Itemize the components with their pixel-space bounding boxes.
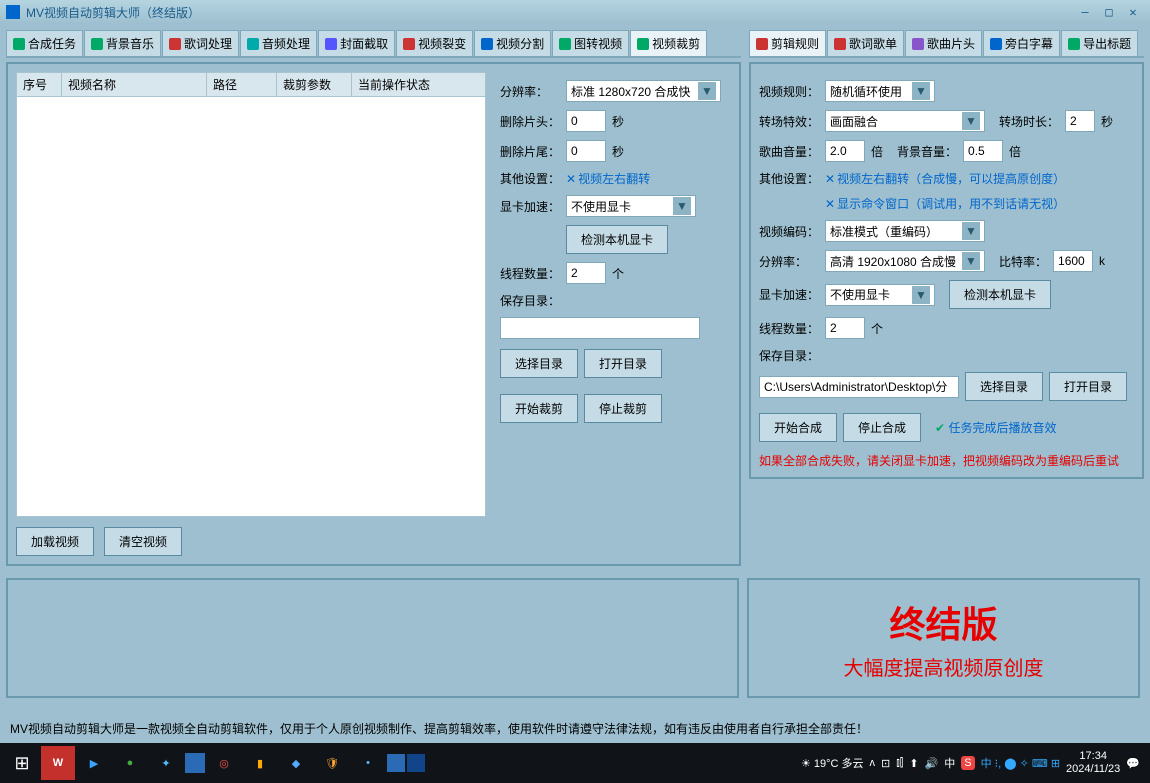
encode-select[interactable]: 标准模式（重编码）▼ [825, 220, 985, 242]
right-tab-3[interactable]: 旁白字幕 [983, 30, 1060, 56]
taskbar-app-7[interactable]: ▮ [243, 746, 277, 780]
maximize-button[interactable]: □ [1098, 4, 1120, 20]
resolution2-select[interactable]: 高清 1920x1080 合成慢▼ [825, 250, 985, 272]
taskbar-app-6[interactable]: ◎ [207, 746, 241, 780]
bitrate-input[interactable] [1053, 250, 1093, 272]
video-rule-select[interactable]: 随机循环使用▼ [825, 80, 935, 102]
taskbar-app-12[interactable] [407, 754, 425, 772]
right-tab-1[interactable]: 歌词歌单 [827, 30, 904, 56]
left-tab-2[interactable]: 歌词处理 [162, 30, 239, 56]
tray-icon-1[interactable]: ⊡ [881, 757, 890, 770]
select-dir2-button[interactable]: 选择目录 [965, 372, 1043, 401]
left-tab-7[interactable]: 图转视频 [552, 30, 629, 56]
stop-compose-button[interactable]: 停止合成 [843, 413, 921, 442]
thread-input[interactable] [566, 262, 606, 284]
taskbar-app-3[interactable]: ● [113, 746, 147, 780]
flip-checkbox[interactable]: ✕视频左右翻转 [566, 170, 650, 187]
select-dir-button[interactable]: 选择目录 [500, 349, 578, 378]
gpu-select[interactable]: 不使用显卡▼ [566, 195, 696, 217]
log-panel [6, 578, 739, 698]
taskbar-app-10[interactable]: • [351, 746, 385, 780]
start-compose-button[interactable]: 开始合成 [759, 413, 837, 442]
playsound-checkbox[interactable]: ✔ 任务完成后播放音效 [935, 419, 1056, 436]
left-tabs: 合成任务背景音乐歌词处理音频处理封面截取视频裂变视频分割图转视频视频裁剪 [6, 30, 741, 58]
left-tab-6[interactable]: 视频分割 [474, 30, 551, 56]
taskbar[interactable]: ⊞ W ▶ ● ✦ ◎ ▮ ◆ 🛡 • ☀ 19°C 多云 ʌ ⊡ ⫾⫿ ⬆ 🔊… [0, 743, 1150, 783]
right-tabs: 剪辑规则歌词歌单歌曲片头旁白字幕导出标题 [749, 30, 1144, 58]
col-4[interactable]: 当前操作状态 [352, 73, 486, 97]
clock-time[interactable]: 17:34 [1066, 750, 1120, 763]
clear-video-button[interactable]: 清空视频 [104, 527, 182, 556]
cmd-checkbox[interactable]: ✕显示命令窗口（调试用，用不到话请无视） [825, 195, 1065, 212]
tray-icon-2[interactable]: ⫾⫿ [896, 757, 903, 770]
start-button[interactable]: ⊞ [5, 746, 39, 780]
footer-text: MV视频自动剪辑大师是一款视频全自动剪辑软件，仅用于个人原创视频制作、提高剪辑效… [0, 714, 1150, 743]
taskbar-app-1[interactable]: W [41, 746, 75, 780]
left-tab-5[interactable]: 视频裂变 [396, 30, 473, 56]
load-video-button[interactable]: 加载视频 [16, 527, 94, 556]
col-2[interactable]: 路径 [207, 73, 277, 97]
ime-icon[interactable]: S [961, 756, 974, 770]
flip2-checkbox[interactable]: ✕视频左右翻转（合成慢，可以提高原创度） [825, 170, 1065, 187]
taskbar-app-2[interactable]: ▶ [77, 746, 111, 780]
notification-icon[interactable]: 💬 [1126, 757, 1140, 770]
thread2-input[interactable] [825, 317, 865, 339]
save-dir-input[interactable] [500, 317, 700, 339]
clock-date[interactable]: 2024/11/23 [1066, 763, 1120, 776]
delete-head-input[interactable] [566, 110, 606, 132]
transition-select[interactable]: 画面融合▼ [825, 110, 985, 132]
gpu2-select[interactable]: 不使用显卡▼ [825, 284, 935, 306]
open-dir2-button[interactable]: 打开目录 [1049, 372, 1127, 401]
left-tab-4[interactable]: 封面截取 [318, 30, 395, 56]
ime-indicator[interactable]: 中 [944, 755, 955, 771]
minimize-button[interactable]: — [1074, 4, 1096, 20]
stop-crop-button[interactable]: 停止裁剪 [584, 394, 662, 423]
transition-duration-input[interactable] [1065, 110, 1095, 132]
left-tab-3[interactable]: 音频处理 [240, 30, 317, 56]
resolution-select[interactable]: 标准 1280x720 合成快▼ [566, 80, 721, 102]
taskbar-app-4[interactable]: ✦ [149, 746, 183, 780]
left-tab-1[interactable]: 背景音乐 [84, 30, 161, 56]
detect-gpu2-button[interactable]: 检测本机显卡 [949, 280, 1051, 309]
table-body[interactable] [16, 97, 486, 517]
open-dir-button[interactable]: 打开目录 [584, 349, 662, 378]
tray-icon-3[interactable]: ⬆ [909, 757, 918, 770]
promo-title: 终结版 [889, 596, 997, 648]
left-tab-0[interactable]: 合成任务 [6, 30, 83, 56]
right-tab-0[interactable]: 剪辑规则 [749, 30, 826, 56]
promo-sub: 大幅度提高视频原创度 [844, 652, 1044, 681]
start-crop-button[interactable]: 开始裁剪 [500, 394, 578, 423]
error-hint: 如果全部合成失败，请关闭显卡加速，把视频编码改为重编码后重试 [759, 452, 1134, 469]
delete-tail-input[interactable] [566, 140, 606, 162]
bg-volume-input[interactable] [963, 140, 1003, 162]
col-0[interactable]: 序号 [17, 73, 62, 97]
col-1[interactable]: 视频名称 [62, 73, 207, 97]
taskbar-app-8[interactable]: ◆ [279, 746, 313, 780]
detect-gpu-button[interactable]: 检测本机显卡 [566, 225, 668, 254]
taskbar-app-9[interactable]: 🛡 [315, 746, 349, 780]
weather[interactable]: ☀ 19°C 多云 [801, 755, 864, 771]
window-title: MV视频自动剪辑大师（终结版） [26, 4, 200, 21]
right-tab-4[interactable]: 导出标题 [1061, 30, 1138, 56]
col-3[interactable]: 裁剪参数 [277, 73, 352, 97]
app-icon [6, 5, 20, 19]
close-button[interactable]: ✕ [1122, 4, 1144, 20]
video-table: 序号视频名称路径裁剪参数当前操作状态 [16, 72, 486, 97]
taskbar-app-11[interactable] [387, 754, 405, 772]
taskbar-app-5[interactable] [185, 753, 205, 773]
tray-volume-icon[interactable]: 🔊 [925, 757, 939, 770]
right-tab-2[interactable]: 歌曲片头 [905, 30, 982, 56]
save2-dir-input[interactable] [759, 376, 959, 398]
left-tab-8[interactable]: 视频裁剪 [630, 30, 707, 56]
promo-panel: 终结版 大幅度提高视频原创度 [747, 578, 1140, 698]
tray-up-icon[interactable]: ʌ [870, 757, 876, 769]
titlebar: MV视频自动剪辑大师（终结版） — □ ✕ [0, 0, 1150, 24]
song-volume-input[interactable] [825, 140, 865, 162]
ime-text[interactable]: 中 ⁝, ⬤ ✧ ⌨ ⊞ [981, 755, 1060, 771]
